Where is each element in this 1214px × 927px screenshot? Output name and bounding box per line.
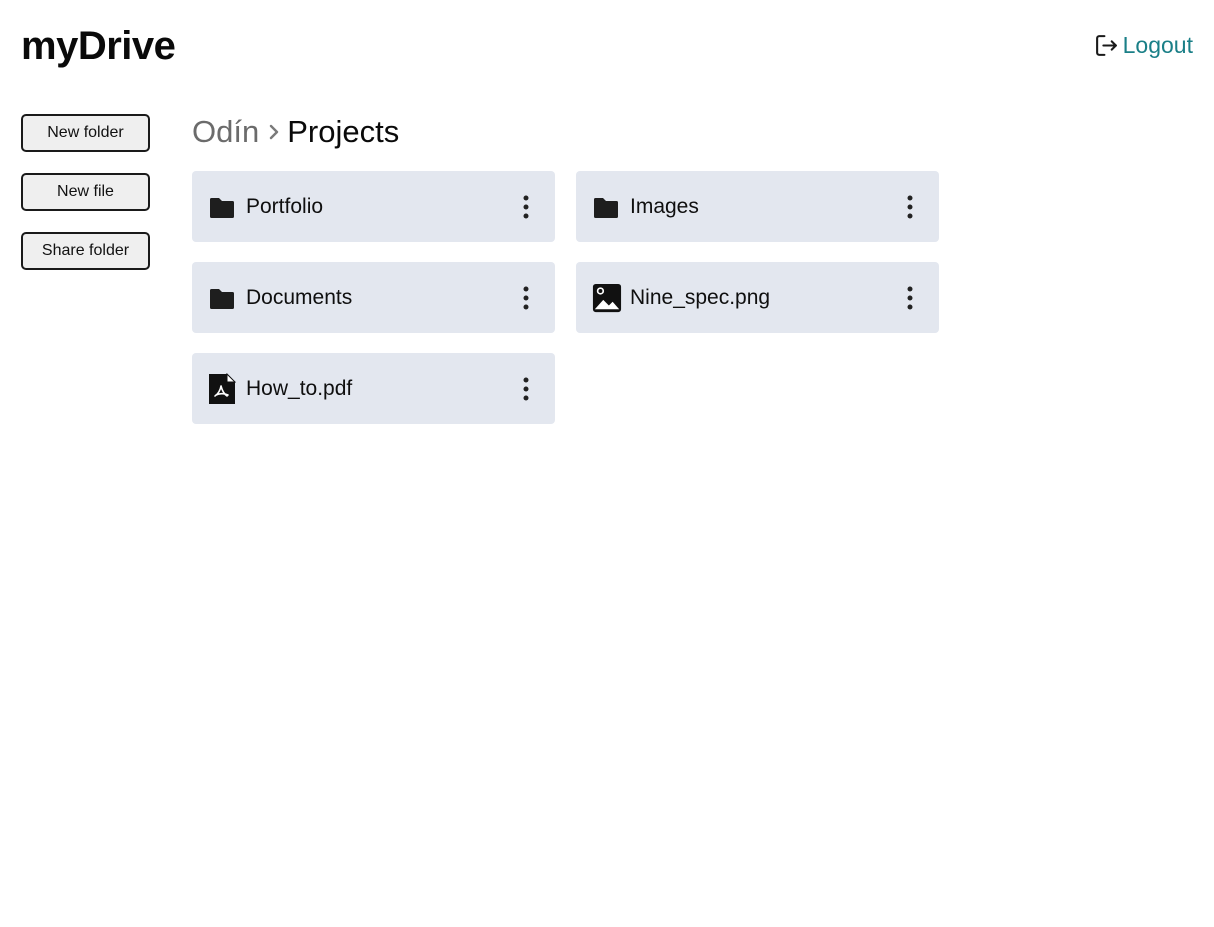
breadcrumb: Odín Projects bbox=[192, 112, 399, 152]
more-options-icon[interactable] bbox=[511, 280, 541, 316]
item-name: How_to.pdf bbox=[246, 376, 353, 400]
app-header: myDrive Logout bbox=[0, 0, 1214, 95]
folder-icon bbox=[592, 195, 622, 219]
logout-label: Logout bbox=[1122, 32, 1193, 58]
logout-icon bbox=[1094, 33, 1119, 58]
item-name: Portfolio bbox=[246, 194, 324, 218]
item-name: Images bbox=[630, 194, 699, 218]
pdf-file-icon bbox=[208, 372, 238, 405]
file-item-documents[interactable]: Documents bbox=[192, 262, 555, 333]
file-item-images[interactable]: Images bbox=[576, 171, 939, 242]
chevron-right-icon bbox=[267, 122, 281, 142]
item-name: Nine_spec.png bbox=[630, 285, 771, 309]
breadcrumb-parent-link[interactable]: Odín bbox=[192, 112, 259, 152]
file-item-portfolio[interactable]: Portfolio bbox=[192, 171, 555, 242]
more-options-icon[interactable] bbox=[511, 371, 541, 407]
breadcrumb-current: Projects bbox=[287, 114, 400, 149]
share-folder-button[interactable]: Share folder bbox=[21, 232, 150, 270]
file-item-how-to[interactable]: How_to.pdf bbox=[192, 353, 555, 424]
folder-icon bbox=[208, 195, 238, 219]
file-grid: Portfolio Images Documents Nine_spec.png… bbox=[192, 171, 940, 424]
item-name: Documents bbox=[246, 285, 353, 309]
app-title: myDrive bbox=[21, 24, 176, 68]
sidebar: New folder New file Share folder bbox=[21, 114, 150, 291]
image-file-icon bbox=[592, 282, 622, 314]
more-options-icon[interactable] bbox=[895, 280, 925, 316]
new-folder-button[interactable]: New folder bbox=[21, 114, 150, 152]
folder-icon bbox=[208, 286, 238, 310]
file-item-nine-spec[interactable]: Nine_spec.png bbox=[576, 262, 939, 333]
new-file-button[interactable]: New file bbox=[21, 173, 150, 211]
logout-link[interactable]: Logout bbox=[1094, 32, 1193, 59]
more-options-icon[interactable] bbox=[895, 189, 925, 225]
more-options-icon[interactable] bbox=[511, 189, 541, 225]
